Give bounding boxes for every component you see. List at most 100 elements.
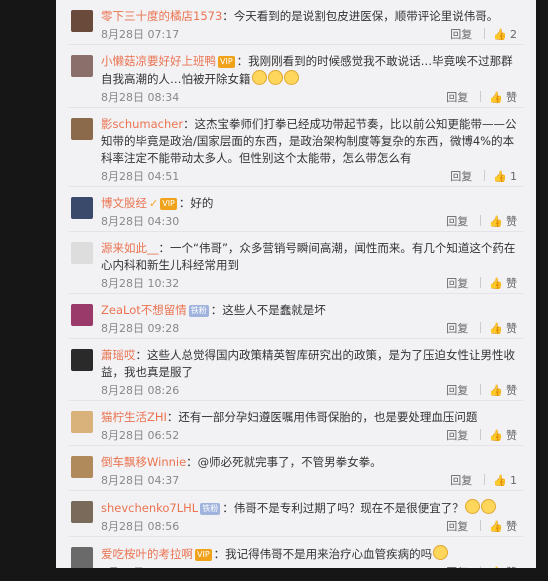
thumbs-up-icon[interactable]: 👍 [489, 212, 503, 231]
fan-badge: 铁粉 [188, 305, 209, 317]
username-link[interactable]: 倒车飘移Winnie [101, 455, 186, 469]
divider [480, 384, 482, 395]
comment-date: 8月28日 08:34 [101, 91, 180, 104]
avatar[interactable] [71, 411, 93, 433]
comment-text: ：这些人不是蠢就是坏 [210, 303, 326, 317]
like-count[interactable]: 1 [510, 170, 517, 183]
avatar[interactable] [71, 349, 93, 371]
thumbs-up-icon[interactable]: 👍 [489, 426, 503, 445]
reply-button[interactable]: 回复 [450, 25, 484, 44]
like-count[interactable]: 2 [510, 28, 517, 41]
emoji-icon [283, 70, 299, 85]
vip-badge-icon: VIP [218, 56, 235, 68]
comment-date: 8月28日 06:53 [101, 566, 179, 568]
emoji-icon [480, 499, 496, 514]
username-link[interactable]: 蕭瑶哎 [101, 348, 136, 362]
username-link[interactable]: shevchenko7LHL [101, 501, 198, 515]
comment-item: 小懒菇凉要好好上班鸭 VIP ：我刚刚看到的时候感觉我不敢说话…毕竟唉不过那群自我高… [69, 45, 523, 108]
comment-text: ：这些人总觉得国内政策精英智库研究出的政策，是为了压迫女性让男性收益，我也真是服… [101, 348, 515, 379]
like-count[interactable]: 赞 [506, 566, 517, 568]
reply-button[interactable]: 回复 [446, 319, 480, 338]
thumbs-up-icon[interactable]: 👍 [493, 471, 507, 490]
like-count[interactable]: 赞 [506, 384, 517, 397]
comment-content: 影schumacher：这杰宝拳师们打拳已经成功带起节奏，比以前公知更能带——公… [101, 116, 517, 167]
divider [484, 170, 486, 181]
username-link[interactable]: 零下三十度的橘店1573 [101, 9, 222, 23]
vip-badge-icon: VIP [160, 198, 177, 210]
comment-text: ：还有一部分孕妇遵医嘱用伟哥保胎的，也是要处理血压问题 [166, 410, 478, 424]
vip-badge-icon: VIP [195, 549, 212, 561]
comment-list: 零下三十度的橘店1573：今天看到的是说割包皮进医保，顺带评论里说伟哥。 8月28… [56, 0, 536, 568]
avatar[interactable] [71, 242, 93, 264]
like-count[interactable]: 赞 [506, 322, 517, 335]
reply-button[interactable]: 回复 [446, 274, 480, 293]
thumbs-up-icon[interactable]: 👍 [489, 319, 503, 338]
username-link[interactable]: 爱吃桉叶的考拉啊 [101, 547, 193, 561]
divider [480, 566, 482, 568]
divider [480, 91, 482, 102]
fan-badge: 铁粉 [200, 503, 221, 515]
reply-button[interactable]: 回复 [446, 212, 480, 231]
comment-date: 8月28日 06:52 [101, 429, 180, 442]
comment-actions: 回复 👍 1 [450, 167, 517, 186]
emoji-icon [267, 70, 283, 85]
emoji-icon [433, 545, 449, 560]
reply-button[interactable]: 回复 [446, 426, 480, 445]
comment-content: 蕭瑶哎：这些人总觉得国内政策精英智库研究出的政策，是为了压迫女性让男性收益，我也… [101, 347, 517, 381]
divider [480, 429, 482, 440]
avatar[interactable] [71, 10, 93, 32]
reply-button[interactable]: 回复 [450, 167, 484, 186]
username-link[interactable]: 博文股经 [101, 196, 147, 210]
comment-text: ：一个“伟哥”，众多营销号瞬间高潮，闻性而来。有几个知道这个药在心内科和新生儿科… [101, 241, 516, 272]
like-count[interactable]: 1 [510, 474, 517, 487]
like-count[interactable]: 赞 [506, 520, 517, 533]
comment-content: ZeaLot不想留情 铁粉 ：这些人不是蠢就是坏 [101, 302, 517, 319]
like-count[interactable]: 赞 [506, 91, 517, 104]
avatar[interactable] [71, 118, 93, 140]
verified-icon: ✓ [149, 197, 159, 210]
comment-date: 8月28日 04:30 [101, 215, 180, 228]
username-link[interactable]: 源来如此__ [101, 241, 159, 255]
reply-button[interactable]: 回复 [446, 517, 480, 536]
reply-button[interactable]: 回复 [450, 471, 484, 490]
like-count[interactable]: 赞 [506, 277, 517, 290]
avatar[interactable] [71, 456, 93, 478]
comment-meta: 8月28日 04:30 回复 👍 赞 [101, 212, 517, 231]
reply-button[interactable]: 回复 [446, 381, 480, 400]
reply-button[interactable]: 回复 [446, 88, 480, 107]
thumbs-up-icon[interactable]: 👍 [493, 167, 507, 186]
username-link[interactable]: 猫柠生活ZHI [101, 410, 167, 424]
username-link[interactable]: 影schumacher [101, 117, 183, 131]
thumbs-up-icon[interactable]: 👍 [489, 381, 503, 400]
avatar[interactable] [71, 304, 93, 326]
comment-text: ：好的 [178, 196, 214, 210]
thumbs-up-icon[interactable]: 👍 [489, 88, 503, 107]
like-count[interactable]: 赞 [506, 215, 517, 228]
comment-meta: 8月28日 10:32 回复 👍 赞 [101, 274, 517, 293]
comment-item: 源来如此__：一个“伟哥”，众多营销号瞬间高潮，闻性而来。有几个知道这个药在心内… [69, 232, 523, 294]
avatar[interactable] [71, 547, 93, 568]
reply-button[interactable]: 回复 [446, 563, 480, 568]
comment-text: ：伟哥不是专利过期了吗？现在不是很便宜了？ [222, 501, 464, 515]
comment-content: 小懒菇凉要好好上班鸭 VIP ：我刚刚看到的时候感觉我不敢说话…毕竟唉不过那群自我高… [101, 53, 517, 88]
divider [480, 520, 482, 531]
comment-actions: 回复 👍赞 [446, 517, 517, 536]
thumbs-up-icon[interactable]: 👍 [489, 563, 503, 568]
avatar[interactable] [71, 55, 93, 77]
comment-content: 零下三十度的橘店1573：今天看到的是说割包皮进医保，顺带评论里说伟哥。 [101, 8, 517, 25]
like-count[interactable]: 赞 [506, 429, 517, 442]
divider [484, 28, 486, 39]
avatar[interactable] [71, 197, 93, 219]
username-link[interactable]: 小懒菇凉要好好上班鸭 [101, 54, 216, 68]
comment-content: shevchenko7LHL 铁粉 ：伟哥不是专利过期了吗？现在不是很便宜了？ [101, 499, 517, 517]
username-link[interactable]: ZeaLot不想留情 [101, 303, 187, 317]
comment-content: 猫柠生活ZHI：还有一部分孕妇遵医嘱用伟哥保胎的，也是要处理血压问题 [101, 409, 517, 426]
avatar[interactable] [71, 501, 93, 523]
comment-item: ZeaLot不想留情 铁粉 ：这些人不是蠢就是坏 8月28日 09:28 回复 👍 赞 [69, 294, 523, 339]
comment-actions: 回复 👍赞 [446, 212, 517, 231]
comment-actions: 回复 👍赞 [446, 319, 517, 338]
emoji-icon [251, 70, 267, 85]
thumbs-up-icon[interactable]: 👍 [489, 517, 503, 536]
thumbs-up-icon[interactable]: 👍 [489, 274, 503, 293]
thumbs-up-icon[interactable]: 👍 [493, 25, 507, 44]
